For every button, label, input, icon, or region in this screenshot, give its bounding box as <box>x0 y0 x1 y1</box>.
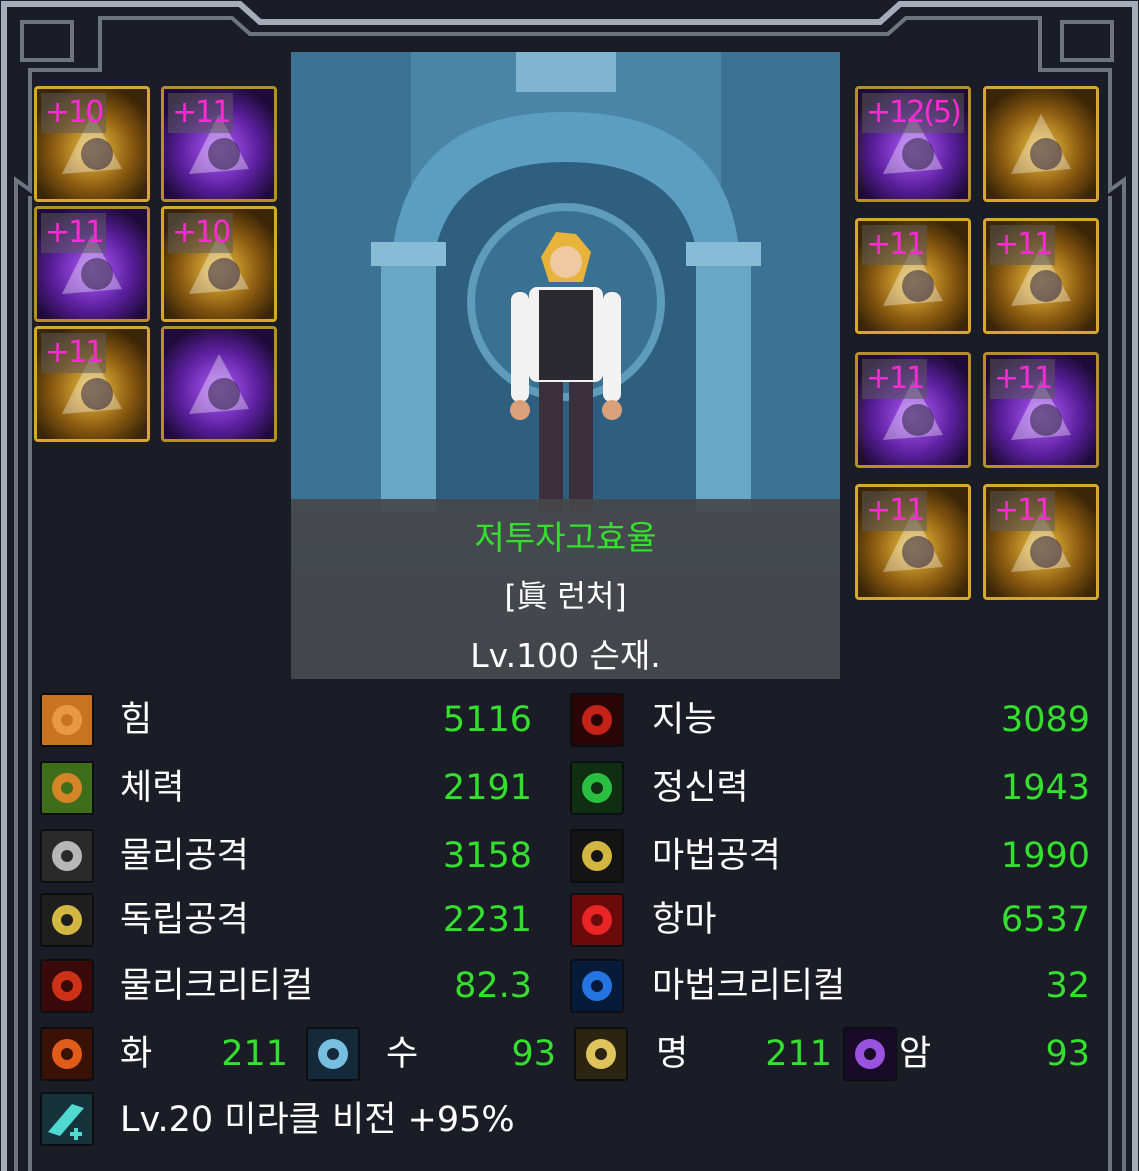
stat-label: 화 <box>120 1034 153 1074</box>
enhance-level: +11 <box>41 333 107 373</box>
character-background <box>291 52 840 512</box>
stat-row: 항마 6537 <box>570 892 1090 948</box>
enhance-level: +11 <box>862 359 928 399</box>
character-info-box: 저투자고효율 [眞 런처] Lv.100 슨재. <box>291 499 840 679</box>
dark-element-icon <box>843 1027 897 1081</box>
stat-value: 2191 <box>442 768 532 808</box>
stat-value: 1990 <box>1000 836 1090 876</box>
enhance-level: +11 <box>862 225 928 265</box>
stat-label: 독립공격 <box>120 900 249 940</box>
weapon-item[interactable]: +11 <box>161 86 277 202</box>
shoes-item[interactable]: +11 <box>34 326 150 442</box>
stat-value: 1943 <box>1000 768 1090 808</box>
intelligence-icon <box>570 693 624 747</box>
enhance-level: +12(5) <box>862 93 964 133</box>
stat-row: 정신력 1943 <box>570 760 1090 816</box>
vitality-icon <box>40 761 94 815</box>
avatar-item-icon <box>164 329 274 439</box>
avatar-item[interactable] <box>161 326 277 442</box>
ring-item[interactable]: +11 <box>855 352 971 468</box>
stat-value: 6537 <box>1000 900 1090 940</box>
stat-row: 독립공격 2231 <box>40 892 532 948</box>
stat-row: 암 93 <box>843 1026 1090 1082</box>
stat-row: 힘 5116 <box>40 692 532 748</box>
stat-label: 수 <box>386 1034 419 1074</box>
stat-row: 물리크리티컬 82.3 <box>40 958 532 1014</box>
stat-label: 체력 <box>120 768 185 808</box>
weapon-main-item[interactable]: +12(5) <box>855 86 971 202</box>
stat-row: 체력 2191 <box>40 760 532 816</box>
character-panel: 저투자고효율 [眞 런처] Lv.100 슨재. <box>291 52 840 679</box>
stat-label: 물리공격 <box>120 836 249 876</box>
skill-text: Lv.20 미라클 비전 +95% <box>120 1100 515 1140</box>
physical-attack-icon <box>40 829 94 883</box>
stat-label: 힘 <box>120 700 153 740</box>
stat-value: 32 <box>1045 966 1090 1006</box>
stat-value: 3089 <box>1000 700 1090 740</box>
stat-row: 명 211 <box>574 1026 832 1082</box>
stat-label: 암 <box>899 1034 932 1074</box>
fire-element-icon <box>40 1027 94 1081</box>
enhance-level: +10 <box>41 93 107 133</box>
enhance-level: +11 <box>990 225 1056 265</box>
shoulder-item[interactable]: +10 <box>34 86 150 202</box>
stat-row: 수 93 <box>306 1026 556 1082</box>
stat-value: 211 <box>221 1034 288 1074</box>
belt-item[interactable]: +10 <box>161 206 277 322</box>
skill-icon[interactable] <box>40 1092 94 1146</box>
stat-row: 마법크리티컬 32 <box>570 958 1090 1014</box>
stat-label: 마법크리티컬 <box>652 966 846 1006</box>
character-title: [眞 런처] <box>504 579 627 615</box>
bracelet-item[interactable]: +11 <box>855 218 971 334</box>
stat-value: 5116 <box>442 700 532 740</box>
stat-value: 2231 <box>442 900 532 940</box>
guild-name: 저투자고효율 <box>474 518 657 557</box>
stat-label: 마법공격 <box>652 836 781 876</box>
light-element-icon <box>574 1027 628 1081</box>
support-item[interactable]: +11 <box>983 352 1099 468</box>
spirit-icon <box>570 761 624 815</box>
magic-stone-item[interactable]: +11 <box>855 484 971 600</box>
stat-label: 항마 <box>652 900 717 940</box>
stat-label: 정신력 <box>652 768 749 808</box>
stat-row: 마법공격 1990 <box>570 828 1090 884</box>
enhance-level: +10 <box>168 213 234 253</box>
stat-value: 211 <box>765 1034 832 1074</box>
stat-value: 3158 <box>442 836 532 876</box>
enhance-level: +11 <box>990 491 1056 531</box>
independent-attack-icon <box>40 893 94 947</box>
physical-critical-icon <box>40 959 94 1013</box>
enhance-level: +11 <box>990 359 1056 399</box>
stat-label: 물리크리티컬 <box>120 966 314 1006</box>
magic-critical-icon <box>570 959 624 1013</box>
magic-attack-icon <box>570 829 624 883</box>
title-item-icon <box>986 89 1096 199</box>
necklace-item[interactable]: +11 <box>983 218 1099 334</box>
title-item[interactable] <box>983 86 1099 202</box>
skill-row: Lv.20 미라클 비전 +95% <box>40 1092 640 1148</box>
character-level-name: Lv.100 슨재. <box>470 636 661 675</box>
stat-label: 지능 <box>652 700 717 740</box>
earring-item[interactable]: +11 <box>983 484 1099 600</box>
stat-row: 화 211 <box>40 1026 288 1082</box>
stat-row: 물리공격 3158 <box>40 828 532 884</box>
stat-row: 지능 3089 <box>570 692 1090 748</box>
enhance-level: +11 <box>41 213 107 253</box>
stat-value: 93 <box>511 1034 556 1074</box>
water-element-icon <box>306 1027 360 1081</box>
top-item[interactable]: +11 <box>34 206 150 322</box>
enhance-level: +11 <box>168 93 234 133</box>
strength-icon <box>40 693 94 747</box>
stat-value: 93 <box>1045 1034 1090 1074</box>
enhance-level: +11 <box>862 491 928 531</box>
adventure-fame-icon <box>570 893 624 947</box>
stat-label: 명 <box>656 1034 689 1074</box>
stat-value: 82.3 <box>454 966 532 1006</box>
